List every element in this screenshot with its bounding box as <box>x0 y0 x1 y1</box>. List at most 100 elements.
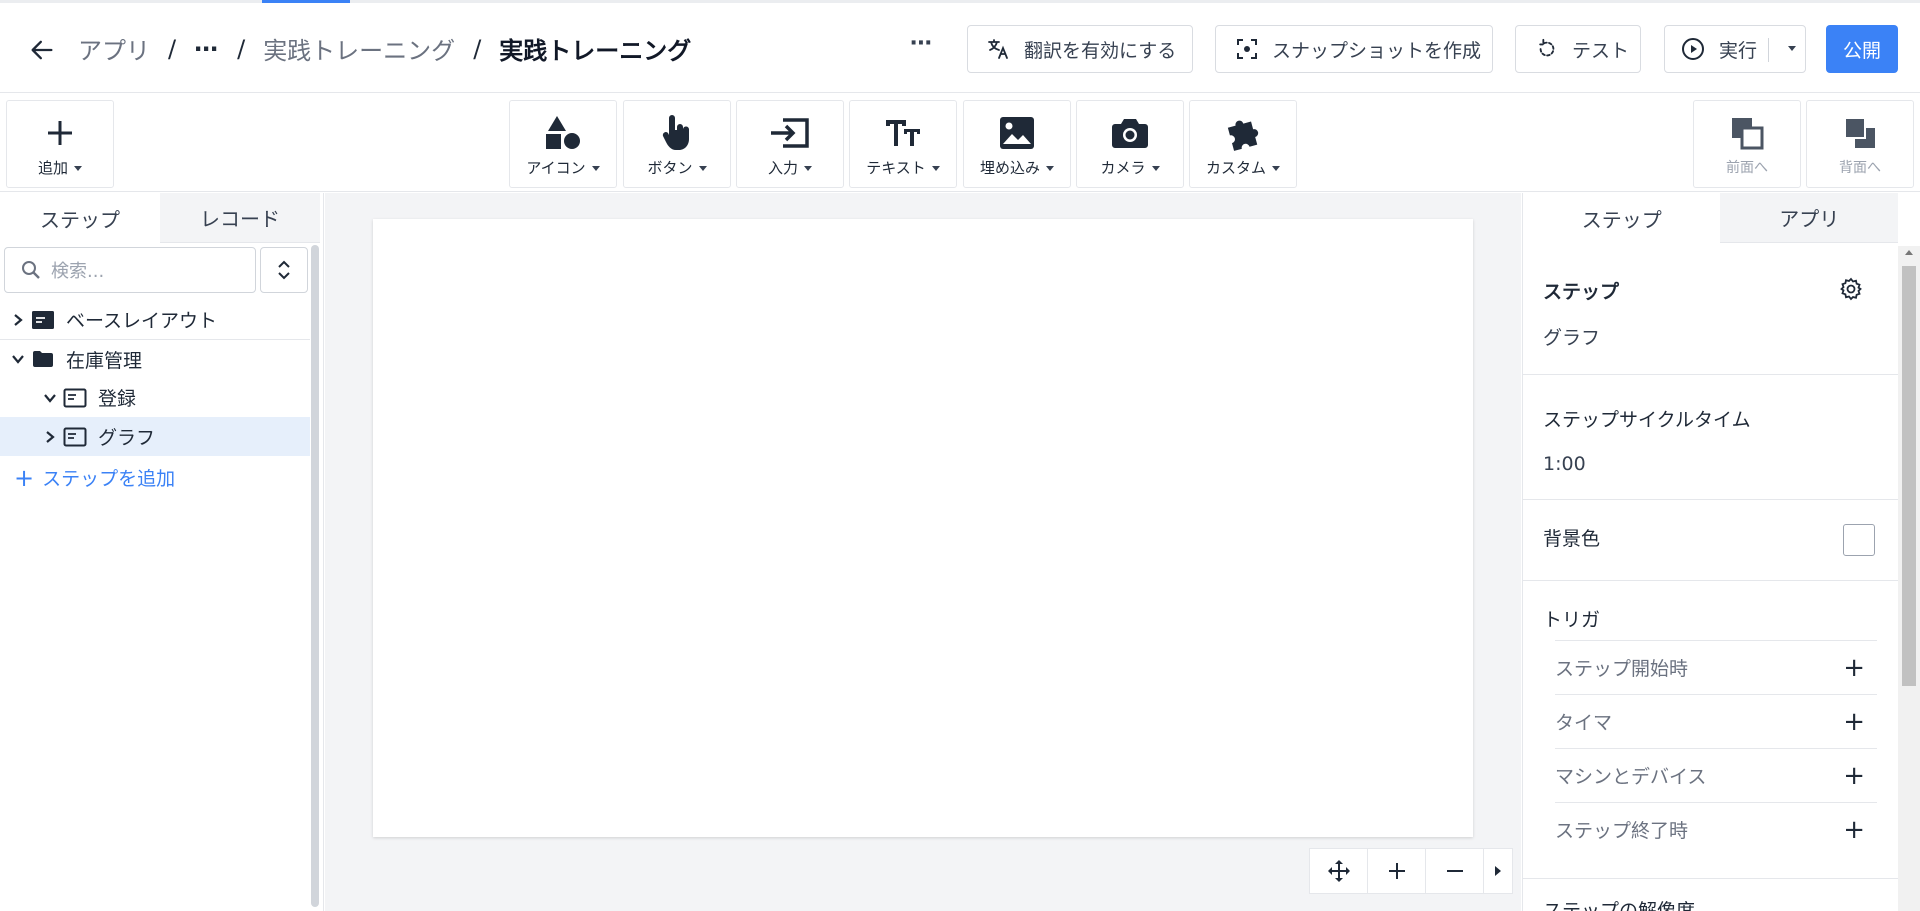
back-arrow-icon[interactable] <box>28 36 56 64</box>
add-widget-button[interactable]: 追加 <box>6 100 114 188</box>
breadcrumb: アプリ / ⋯ / 実践トレーニング / 実践トレーニング <box>78 31 691 66</box>
send-to-back-button[interactable]: 背面へ <box>1806 100 1914 188</box>
trigger-section: トリガ ステップ開始時 + タイマ + マシンとデバイス + ステップ終了時 + <box>1523 581 1899 879</box>
custom-widget-button[interactable]: カスタム <box>1189 100 1297 188</box>
plus-icon[interactable]: + <box>1843 653 1865 683</box>
input-widget-button[interactable]: 入力 <box>736 100 844 188</box>
right-tabs: ステップ アプリ <box>1523 193 1898 243</box>
add-step-button[interactable]: + ステップを追加 <box>14 464 175 491</box>
bring-to-front-label: 前面へ <box>1726 160 1768 176</box>
input-icon <box>771 118 809 148</box>
breadcrumb-ellipsis[interactable]: ⋯ <box>194 35 219 63</box>
step-tree: ベースレイアウト 在庫管理 登録 グラフ <box>0 300 310 456</box>
icon-widget-button[interactable]: アイコン <box>509 100 617 188</box>
create-snapshot-button[interactable]: スナップショットを作成 <box>1215 25 1493 73</box>
chevron-right-icon[interactable] <box>38 430 62 444</box>
bring-front-icon <box>1732 118 1764 150</box>
chevron-down-icon <box>698 166 707 171</box>
tree-item-register[interactable]: 登録 <box>0 378 310 417</box>
add-step-label: ステップを追加 <box>42 468 176 490</box>
image-icon <box>1000 117 1034 149</box>
breadcrumb-app[interactable]: 実践トレーニング <box>263 31 455 66</box>
plus-icon[interactable]: + <box>1843 707 1865 737</box>
enable-translation-button[interactable]: 翻訳を有効にする <box>967 25 1193 73</box>
bring-to-front-button[interactable]: 前面へ <box>1693 100 1801 188</box>
tree-item-label: グラフ <box>98 427 156 449</box>
gear-icon[interactable] <box>1839 277 1863 301</box>
test-button[interactable]: テスト <box>1515 25 1641 73</box>
chevron-down-icon <box>74 166 82 171</box>
send-back-icon <box>1844 117 1875 148</box>
camera-widget-button[interactable]: カメラ <box>1076 100 1184 188</box>
tab-records[interactable]: レコード <box>160 193 320 243</box>
move-arrows-icon <box>1327 860 1350 882</box>
snapshot-icon <box>1237 39 1257 59</box>
background-color-section: 背景色 <box>1523 500 1899 581</box>
sort-arrows-icon <box>278 260 290 280</box>
text-widget-label: テキスト <box>866 159 926 177</box>
pan-button[interactable] <box>1310 849 1368 893</box>
zoom-in-button[interactable] <box>1368 849 1426 893</box>
step-section: ステップ グラフ <box>1523 243 1899 375</box>
chevron-down-icon[interactable] <box>6 353 30 365</box>
tree-item-base-layout[interactable]: ベースレイアウト <box>0 300 310 339</box>
resolution-label: ステップの解像度 <box>1543 900 1696 911</box>
sort-toggle-button[interactable] <box>260 247 308 293</box>
button-widget-button[interactable]: ボタン <box>623 100 731 188</box>
background-color-swatch[interactable] <box>1843 524 1875 556</box>
step-name[interactable]: グラフ <box>1543 323 1600 350</box>
embed-widget-button[interactable]: 埋め込み <box>963 100 1071 188</box>
trigger-label: マシンとデバイス <box>1555 766 1707 788</box>
chevron-down-icon <box>931 166 940 171</box>
tree-item-label: ベースレイアウト <box>66 310 218 332</box>
scrollbar-thumb[interactable] <box>1902 266 1916 686</box>
tree-item-graph[interactable]: グラフ <box>0 417 310 456</box>
trigger-label: ステップ終了時 <box>1555 820 1689 842</box>
plus-icon[interactable]: + <box>1843 815 1865 845</box>
layout-icon <box>30 310 56 330</box>
search-input[interactable]: 検索... <box>4 247 256 293</box>
pointer-hand-icon <box>662 115 690 150</box>
refresh-icon <box>1537 38 1555 57</box>
folder-icon <box>30 350 56 368</box>
publish-button[interactable]: 公開 <box>1826 25 1898 73</box>
tab-steps[interactable]: ステップ <box>0 193 160 243</box>
more-options-button[interactable]: ⋯ <box>910 31 933 56</box>
zoom-out-button[interactable] <box>1426 849 1484 893</box>
shapes-icon <box>546 116 580 149</box>
plus-icon <box>48 121 72 145</box>
step-icon <box>62 388 88 408</box>
tab-app-settings[interactable]: アプリ <box>1720 193 1898 243</box>
tree-folder-inventory[interactable]: 在庫管理 <box>0 339 310 378</box>
right-scrollbar[interactable] <box>1898 246 1920 911</box>
icon-widget-label: アイコン <box>526 159 586 177</box>
play-circle-icon <box>1682 38 1704 60</box>
breadcrumb-apps[interactable]: アプリ <box>78 31 150 66</box>
cycle-time-value[interactable]: 1:00 <box>1543 453 1586 475</box>
text-widget-button[interactable]: テキスト <box>849 100 957 188</box>
scroll-up-icon[interactable] <box>1905 250 1913 255</box>
step-canvas[interactable] <box>373 219 1473 837</box>
plus-icon[interactable]: + <box>1843 761 1865 791</box>
run-button[interactable]: 実行 <box>1664 25 1806 73</box>
trigger-timer[interactable]: タイマ + <box>1555 694 1877 748</box>
puzzle-piece-icon <box>1227 120 1259 151</box>
chevron-right-icon[interactable] <box>6 313 30 327</box>
tab-step-settings[interactable]: ステップ <box>1523 193 1721 243</box>
trigger-step-start[interactable]: ステップ開始時 + <box>1555 640 1877 694</box>
create-snapshot-label: スナップショットを作成 <box>1272 39 1482 62</box>
button-widget-label: ボタン <box>647 159 693 177</box>
run-label: 実行 <box>1719 39 1758 62</box>
background-color-label: 背景色 <box>1543 528 1601 550</box>
plus-icon <box>1388 863 1405 879</box>
translate-icon <box>988 39 1008 59</box>
trigger-step-end[interactable]: ステップ終了時 + <box>1555 802 1877 856</box>
chevron-down-icon[interactable] <box>38 392 62 404</box>
input-widget-label: 入力 <box>767 159 798 177</box>
tree-item-label: 在庫管理 <box>66 349 143 372</box>
cycle-time-section: ステップサイクルタイム 1:00 <box>1523 375 1899 500</box>
trigger-machines-devices[interactable]: マシンとデバイス + <box>1555 748 1877 802</box>
collapse-panel-button[interactable] <box>1484 849 1512 893</box>
run-dropdown-caret-icon[interactable] <box>1788 46 1796 51</box>
left-scrollbar[interactable] <box>311 245 319 907</box>
